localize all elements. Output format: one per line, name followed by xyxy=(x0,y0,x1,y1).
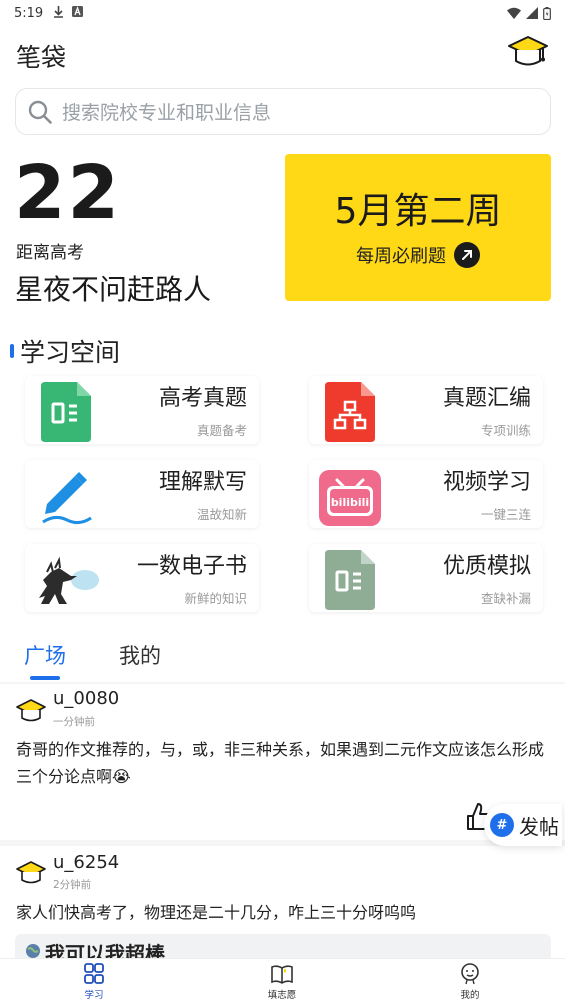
tab-square[interactable]: 广场 xyxy=(24,640,66,670)
globe-emoji-icon xyxy=(26,944,40,958)
section-accent-bar xyxy=(10,344,14,358)
post-card[interactable]: u_0080 一分钟前 奇哥的作文推荐的，与，或，非三种关系，如果遇到二元作文应… xyxy=(0,684,565,840)
hashtag-icon: # xyxy=(490,813,514,837)
tile-mock-exams[interactable]: 优质模拟 查缺补漏 xyxy=(309,544,543,612)
tile-subtitle: 新鲜的知识 xyxy=(184,591,247,606)
post-time: 一分钟前 xyxy=(53,716,95,728)
tile-title: 一数电子书 xyxy=(136,554,247,579)
signal-icon xyxy=(526,7,538,19)
nav-study[interactable]: 学习 xyxy=(54,963,134,1001)
nav-application[interactable]: 填志愿 xyxy=(242,963,322,1001)
post-content: 奇哥的作文推荐的，与，或，非三种关系，如果遇到二元作文应该怎么形成三个分论点啊😭 xyxy=(16,740,545,786)
godzilla-icon xyxy=(33,550,99,610)
motto-text: 星夜不问赶路人 xyxy=(15,273,212,306)
search-placeholder: 搜索院校专业和职业信息 xyxy=(62,102,272,124)
nav-mine[interactable]: 我的 xyxy=(430,963,510,1001)
search-bar[interactable]: 搜索院校专业和职业信息 xyxy=(15,88,551,135)
post-time: 2分钟前 xyxy=(53,879,92,891)
bilibili-icon: bilibili xyxy=(319,466,381,526)
post-content: 家人们快高考了，物理还是二十几分，咋上三十分呀呜呜 xyxy=(16,903,417,922)
battery-icon xyxy=(543,6,551,20)
countdown-days: 22 xyxy=(14,150,121,236)
tile-title: 高考真题 xyxy=(158,386,247,411)
grid-icon xyxy=(82,963,106,985)
avatar-cap-icon xyxy=(16,698,46,724)
status-time: 5:19 xyxy=(14,5,44,21)
face-icon xyxy=(458,963,482,985)
tile-title: 真题汇编 xyxy=(442,386,531,411)
countdown-label: 距离高考 xyxy=(16,243,84,263)
book-icon xyxy=(270,963,294,985)
graduation-cap-icon xyxy=(508,36,548,66)
red-org-doc-icon xyxy=(323,382,377,442)
pen-icon xyxy=(39,466,93,526)
nav-label: 学习 xyxy=(84,990,104,1001)
tile-video-learning[interactable]: bilibili 视频学习 一键三连 xyxy=(309,460,543,528)
green-doc-icon xyxy=(39,382,93,442)
weekly-card-title: 5月第二周 xyxy=(334,191,502,232)
tile-ebook[interactable]: 一数电子书 新鲜的知识 xyxy=(25,544,259,612)
download-icon xyxy=(53,5,64,21)
a-badge-icon xyxy=(72,6,84,20)
section-title: 学习空间 xyxy=(20,338,121,367)
tile-recitation[interactable]: 理解默写 温故知新 xyxy=(25,460,259,528)
app-header: 笔袋 xyxy=(0,30,565,78)
tile-exam-compilation[interactable]: 真题汇编 专项训练 xyxy=(309,376,543,444)
new-post-label: 发帖 xyxy=(519,814,559,839)
status-right xyxy=(507,6,551,20)
tab-mine[interactable]: 我的 xyxy=(119,640,161,670)
feed-tabs: 广场 我的 xyxy=(0,632,565,680)
new-post-button[interactable]: # 发帖 xyxy=(484,804,562,846)
arrow-up-right-icon xyxy=(454,242,480,268)
wifi-icon xyxy=(507,7,521,19)
tab-underline xyxy=(30,676,60,680)
tile-title: 优质模拟 xyxy=(442,554,531,579)
tile-title: 理解默写 xyxy=(158,470,247,495)
post-username[interactable]: u_0080 xyxy=(53,688,119,709)
svg-text:bilibili: bilibili xyxy=(331,496,369,509)
nav-label: 我的 xyxy=(460,990,480,1001)
search-icon xyxy=(28,100,52,124)
app-title: 笔袋 xyxy=(16,43,67,72)
tile-subtitle: 专项训练 xyxy=(480,423,531,438)
bottom-navigation: 学习 填志愿 我的 xyxy=(0,958,565,1004)
section-header: 学习空间 xyxy=(10,333,120,369)
graduation-cap-button[interactable] xyxy=(507,34,549,70)
tile-subtitle: 一键三连 xyxy=(480,507,531,522)
tile-subtitle: 真题备考 xyxy=(196,423,247,438)
grey-doc-icon xyxy=(323,550,377,610)
weekly-practice-card[interactable]: 5月第二周 每周必刷题 xyxy=(285,154,551,301)
status-bar: 5:19 xyxy=(0,0,565,26)
weekly-card-subtitle-row: 每周必刷题 xyxy=(285,242,551,268)
tile-subtitle: 温故知新 xyxy=(196,507,247,522)
nav-label: 填志愿 xyxy=(267,990,297,1001)
weekly-card-subtitle: 每周必刷题 xyxy=(356,246,446,267)
tile-gaokao-exams[interactable]: 高考真题 真题备考 xyxy=(25,376,259,444)
tile-title: 视频学习 xyxy=(442,470,531,495)
post-username[interactable]: u_6254 xyxy=(53,852,119,873)
avatar-cap-icon xyxy=(16,860,46,886)
tile-subtitle: 查缺补漏 xyxy=(480,591,531,606)
